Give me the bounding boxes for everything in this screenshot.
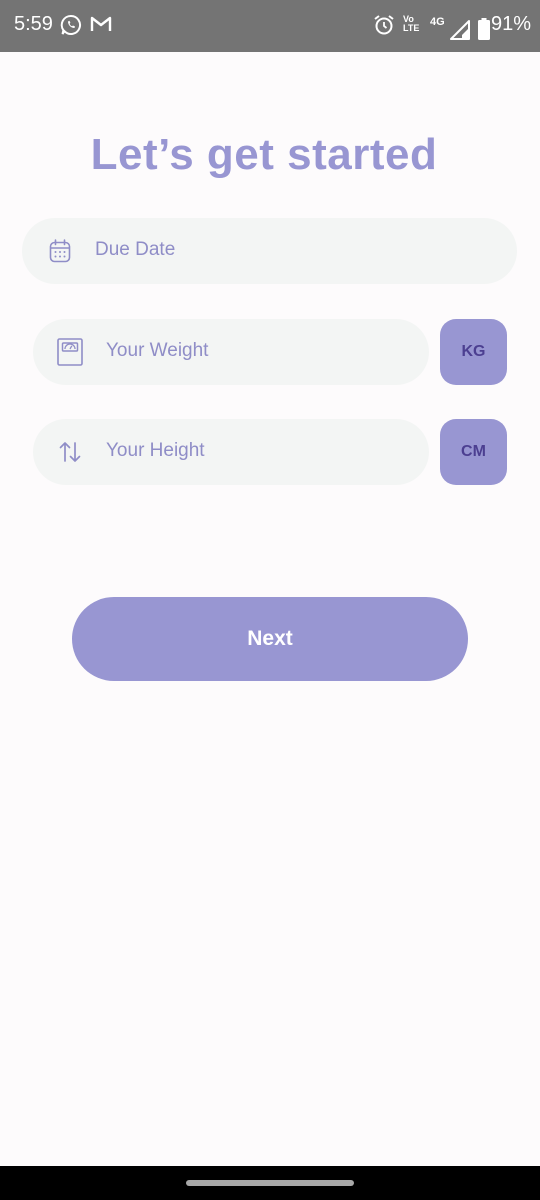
calendar-icon: [49, 239, 71, 263]
signal-icon: [450, 20, 470, 40]
due-date-placeholder: Due Date: [95, 239, 176, 260]
gmail-icon: [90, 16, 112, 31]
home-indicator[interactable]: [186, 1180, 354, 1186]
weight-field[interactable]: Your Weight: [33, 319, 429, 385]
due-date-field[interactable]: Due Date: [22, 218, 517, 284]
cm-unit-button[interactable]: CM: [440, 419, 507, 485]
status-bar: 5:59 Vo LTE 4G 91%: [0, 0, 540, 52]
height-placeholder: Your Height: [106, 440, 205, 461]
height-field[interactable]: Your Height: [33, 419, 429, 485]
battery-percentage: 91%: [491, 13, 532, 35]
status-time: 5:59: [14, 13, 53, 35]
volte-icon: Vo LTE: [403, 14, 420, 33]
network-type: 4G: [430, 16, 445, 28]
weight-placeholder: Your Weight: [106, 340, 209, 361]
alarm-icon: [374, 15, 394, 35]
battery-icon: [478, 18, 490, 40]
navigation-bar: [0, 1166, 540, 1200]
next-button[interactable]: Next: [72, 597, 468, 681]
page-title: Let’s get started: [90, 130, 438, 179]
whatsapp-icon: [60, 14, 82, 35]
kg-unit-button[interactable]: KG: [440, 319, 507, 385]
up-down-arrows-icon: [59, 442, 81, 462]
scale-icon: [57, 338, 83, 366]
